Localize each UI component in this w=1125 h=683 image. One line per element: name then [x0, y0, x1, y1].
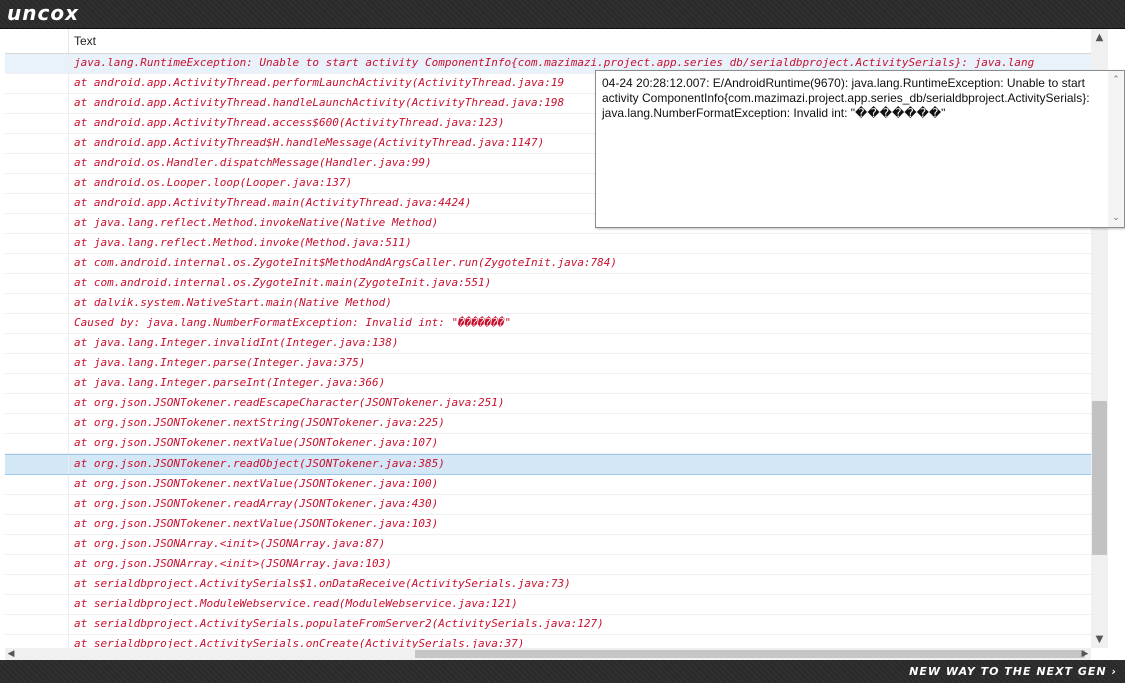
row-text-cell[interactable]: at android.os.Looper.loop(Looper.java:13…	[74, 174, 352, 193]
log-row[interactable]: at org.json.JSONTokener.nextString(JSONT…	[5, 414, 1091, 434]
log-row[interactable]: at org.json.JSONTokener.readObject(JSONT…	[5, 454, 1091, 475]
column-header[interactable]: Text	[5, 29, 1091, 54]
row-text-cell[interactable]: at serialdbproject.ActivitySerials$1.onD…	[74, 575, 571, 594]
row-index-cell[interactable]	[5, 635, 69, 648]
row-index-cell[interactable]	[5, 274, 69, 293]
row-index-cell[interactable]	[5, 294, 69, 313]
row-text-cell[interactable]: at java.lang.Integer.parseInt(Integer.ja…	[74, 374, 385, 393]
scroll-up-icon[interactable]: ▲	[1091, 29, 1108, 46]
log-row[interactable]: at java.lang.Integer.parseInt(Integer.ja…	[5, 374, 1091, 394]
row-index-cell[interactable]	[5, 535, 69, 554]
row-text-cell[interactable]: at serialdbproject.ActivitySerials.popul…	[74, 615, 604, 634]
row-index-cell[interactable]	[5, 595, 69, 614]
row-text-cell[interactable]: at android.app.ActivityThread$H.handleMe…	[74, 134, 544, 153]
row-text-cell[interactable]: at java.lang.reflect.Method.invoke(Metho…	[74, 234, 412, 253]
row-text-cell[interactable]: at org.json.JSONTokener.readArray(JSONTo…	[74, 495, 438, 514]
tooltip-text: 04-24 20:28:12.007: E/AndroidRuntime(967…	[602, 76, 1090, 120]
row-index-cell[interactable]	[5, 414, 69, 433]
log-row[interactable]: at org.json.JSONTokener.readEscapeCharac…	[5, 394, 1091, 414]
row-index-cell[interactable]	[5, 575, 69, 594]
row-index-cell[interactable]	[5, 134, 69, 153]
row-text-cell[interactable]: at java.lang.reflect.Method.invokeNative…	[74, 214, 438, 233]
row-text-cell[interactable]: at org.json.JSONTokener.nextValue(JSONTo…	[74, 434, 438, 453]
row-text-cell[interactable]: at com.android.internal.os.ZygoteInit$Me…	[74, 254, 617, 273]
top-bar: uncox	[0, 0, 1125, 29]
row-index-cell[interactable]	[5, 234, 69, 253]
row-text-cell[interactable]: at java.lang.Integer.invalidInt(Integer.…	[74, 334, 399, 353]
log-row[interactable]: at serialdbproject.ModuleWebservice.read…	[5, 595, 1091, 615]
row-index-cell[interactable]	[5, 114, 69, 133]
horizontal-scroll-thumb[interactable]	[415, 650, 1085, 658]
slogan: NEW WAY TO THE NEXT GEN ›	[909, 665, 1117, 678]
row-text-cell[interactable]: at org.json.JSONTokener.nextString(JSONT…	[74, 414, 445, 433]
horizontal-scrollbar[interactable]: ◀ ▶	[5, 648, 1091, 660]
row-index-cell[interactable]	[5, 74, 69, 93]
row-text-cell[interactable]: at serialdbproject.ActivitySerials.onCre…	[74, 635, 524, 648]
bottom-bar: NEW WAY TO THE NEXT GEN ›	[0, 660, 1125, 683]
log-row[interactable]: at com.android.internal.os.ZygoteInit.ma…	[5, 274, 1091, 294]
row-index-cell[interactable]	[5, 214, 69, 233]
row-index-cell[interactable]	[5, 254, 69, 273]
row-text-cell[interactable]: Caused by: java.lang.NumberFormatExcepti…	[74, 314, 511, 333]
row-text-cell[interactable]: at org.json.JSONTokener.nextValue(JSONTo…	[74, 475, 438, 494]
log-row[interactable]: at org.json.JSONTokener.nextValue(JSONTo…	[5, 515, 1091, 535]
row-index-cell[interactable]	[5, 374, 69, 393]
log-row[interactable]: at dalvik.system.NativeStart.main(Native…	[5, 294, 1091, 314]
log-row[interactable]: at org.json.JSONTokener.readArray(JSONTo…	[5, 495, 1091, 515]
scroll-down-icon[interactable]: ▼	[1091, 631, 1108, 648]
row-index-cell[interactable]	[5, 515, 69, 534]
row-index-cell[interactable]	[5, 615, 69, 634]
tooltip-scroll-down-icon[interactable]: ⌄	[1108, 211, 1124, 225]
row-text-cell[interactable]: at dalvik.system.NativeStart.main(Native…	[74, 294, 392, 313]
row-index-cell[interactable]	[5, 194, 69, 213]
row-text-cell[interactable]: at android.app.ActivityThread.main(Activ…	[74, 194, 471, 213]
row-index-cell[interactable]	[5, 475, 69, 494]
row-index-cell[interactable]	[5, 354, 69, 373]
row-text-cell[interactable]: at android.os.Handler.dispatchMessage(Ha…	[74, 154, 432, 173]
log-row[interactable]: Caused by: java.lang.NumberFormatExcepti…	[5, 314, 1091, 334]
tooltip-scrollbar[interactable]: ⌃ ⌄	[1108, 71, 1124, 227]
row-index-cell[interactable]	[5, 434, 69, 453]
log-row[interactable]: at org.json.JSONArray.<init>(JSONArray.j…	[5, 555, 1091, 575]
row-text-cell[interactable]: at java.lang.Integer.parse(Integer.java:…	[74, 354, 365, 373]
row-index-cell[interactable]	[5, 455, 69, 474]
row-text-cell[interactable]: at android.app.ActivityThread.performLau…	[74, 74, 564, 93]
row-text-cell[interactable]: at serialdbproject.ModuleWebservice.read…	[74, 595, 518, 614]
column-header-text[interactable]: Text	[69, 29, 96, 53]
row-text-cell[interactable]: at android.app.ActivityThread.handleLaun…	[74, 94, 564, 113]
row-index-cell[interactable]	[5, 154, 69, 173]
log-row[interactable]: at org.json.JSONTokener.nextValue(JSONTo…	[5, 475, 1091, 495]
row-index-cell[interactable]	[5, 94, 69, 113]
row-text-cell[interactable]: at com.android.internal.os.ZygoteInit.ma…	[74, 274, 491, 293]
row-index-cell[interactable]	[5, 334, 69, 353]
row-index-cell[interactable]	[5, 555, 69, 574]
log-row[interactable]: at org.json.JSONTokener.nextValue(JSONTo…	[5, 434, 1091, 454]
row-text-cell[interactable]: at org.json.JSONTokener.nextValue(JSONTo…	[74, 515, 438, 534]
row-index-cell[interactable]	[5, 314, 69, 333]
log-row[interactable]: at serialdbproject.ActivitySerials.popul…	[5, 615, 1091, 635]
log-row[interactable]: at com.android.internal.os.ZygoteInit$Me…	[5, 254, 1091, 274]
log-row[interactable]: at java.lang.reflect.Method.invoke(Metho…	[5, 234, 1091, 254]
log-row[interactable]: at org.json.JSONArray.<init>(JSONArray.j…	[5, 535, 1091, 555]
column-header-index[interactable]	[5, 29, 69, 53]
row-index-cell[interactable]	[5, 174, 69, 193]
log-tooltip: 04-24 20:28:12.007: E/AndroidRuntime(967…	[595, 70, 1125, 228]
log-row[interactable]: at serialdbproject.ActivitySerials.onCre…	[5, 635, 1091, 648]
row-text-cell[interactable]: at android.app.ActivityThread.access$600…	[74, 114, 504, 133]
row-text-cell[interactable]: at org.json.JSONTokener.readObject(JSONT…	[74, 455, 445, 474]
scroll-right-icon[interactable]: ▶	[1079, 648, 1091, 660]
row-text-cell[interactable]: at org.json.JSONTokener.readEscapeCharac…	[74, 394, 504, 413]
row-text-cell[interactable]: at org.json.JSONArray.<init>(JSONArray.j…	[74, 555, 392, 574]
row-index-cell[interactable]	[5, 394, 69, 413]
tooltip-scroll-up-icon[interactable]: ⌃	[1108, 73, 1124, 87]
log-row[interactable]: at java.lang.Integer.invalidInt(Integer.…	[5, 334, 1091, 354]
row-text-cell[interactable]: at org.json.JSONArray.<init>(JSONArray.j…	[74, 535, 385, 554]
row-index-cell[interactable]	[5, 54, 69, 73]
app-logo: uncox	[7, 1, 79, 25]
vertical-scroll-thumb[interactable]	[1092, 401, 1107, 555]
row-index-cell[interactable]	[5, 495, 69, 514]
log-row[interactable]: at serialdbproject.ActivitySerials$1.onD…	[5, 575, 1091, 595]
scroll-left-icon[interactable]: ◀	[5, 648, 17, 660]
log-row[interactable]: at java.lang.Integer.parse(Integer.java:…	[5, 354, 1091, 374]
